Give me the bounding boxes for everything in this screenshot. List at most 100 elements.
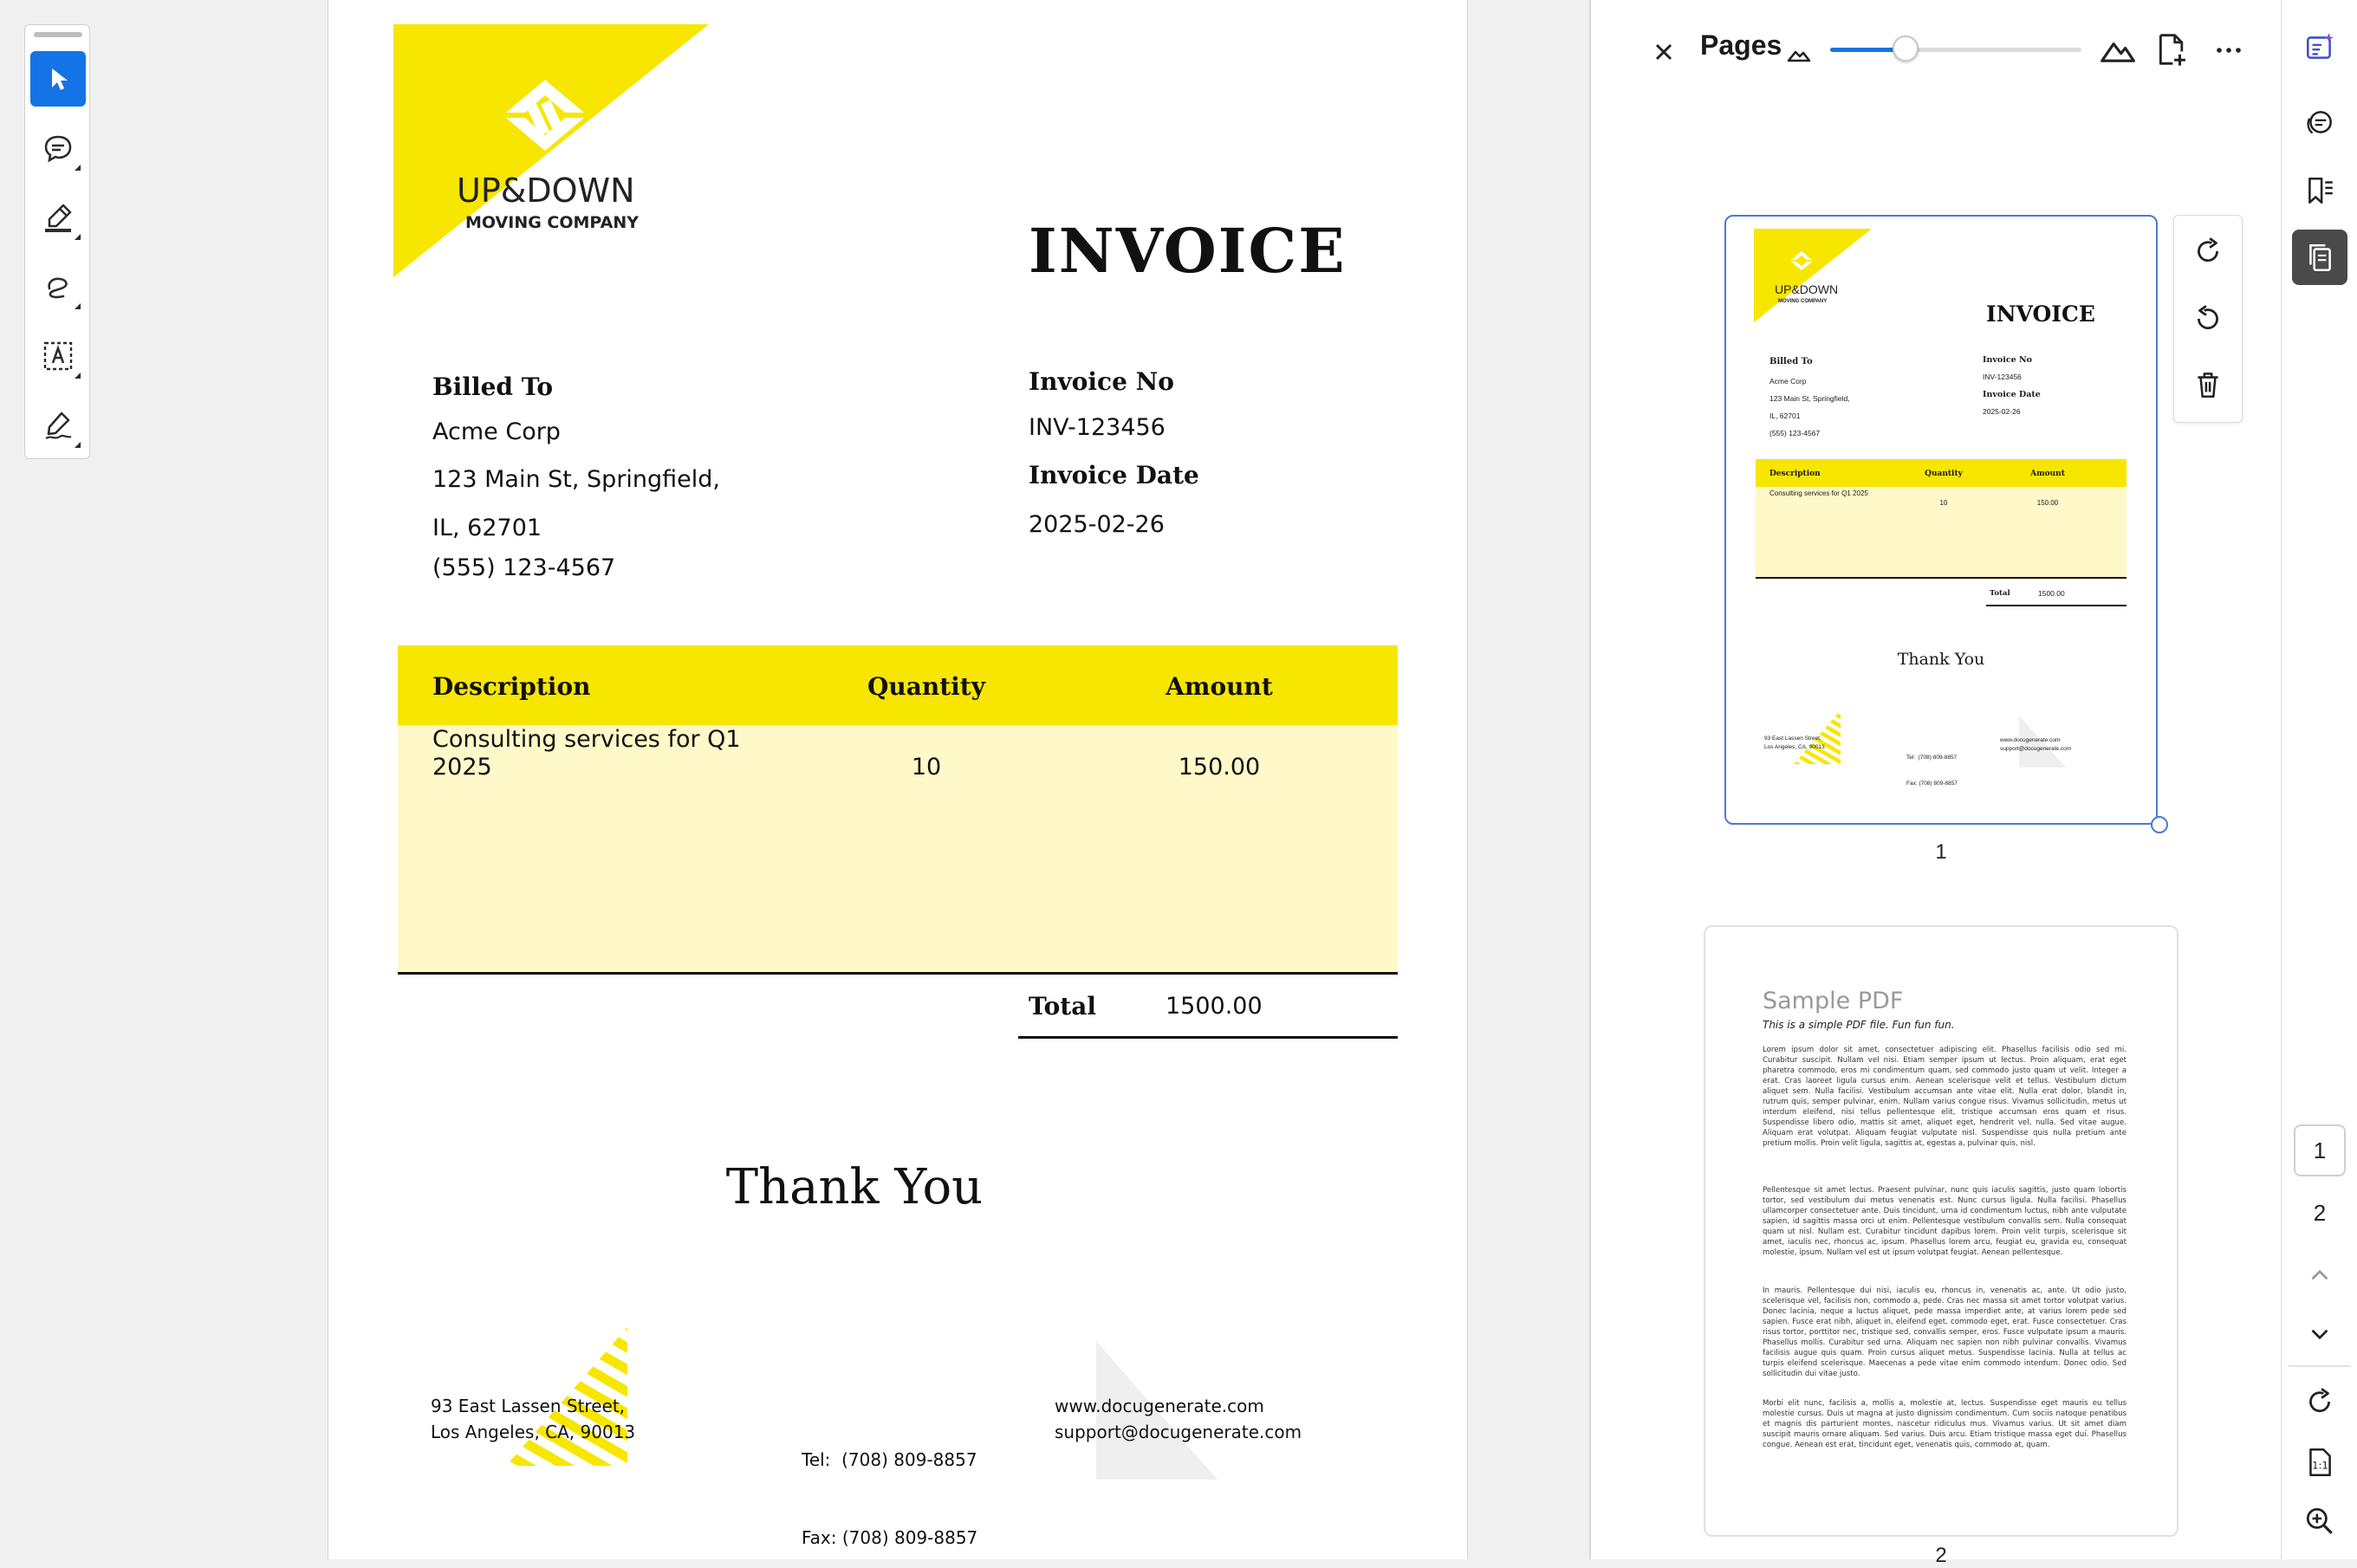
refresh-icon (2309, 1388, 2330, 1413)
text-tool-button[interactable] (30, 328, 86, 384)
thumbnail-2-label: 2 (1935, 1544, 1947, 1567)
table-cell-amount: 150.00 (1178, 754, 1261, 781)
thumb-billed-line: 123 Main St, Springfield, (1769, 394, 1850, 403)
comment-tool-button[interactable] (30, 120, 86, 176)
sign-tool-button[interactable] (30, 398, 86, 453)
highlighter-pen-icon (45, 204, 72, 232)
freehand-draw-icon (48, 277, 68, 299)
thumb-billed-to: Acme Corp 123 Main St, Springfield, IL, … (1769, 373, 1908, 442)
right-rail: 1 2 1:1 (2281, 0, 2357, 1559)
close-panel-button[interactable] (1646, 35, 1681, 69)
pages-button[interactable] (2292, 230, 2347, 285)
footer-web: www.docugenerate.com support@docugenerat… (1055, 1393, 1302, 1445)
brand-tagline: MOVING COMPANY (465, 213, 639, 232)
thumb-footer-phone: Tel: (708) 809-8857 Fax: (708) 809-8857 (1906, 736, 1958, 806)
thumb-total-label: Total (1990, 589, 2010, 598)
select-tool-button[interactable] (30, 51, 86, 107)
signature-pen-icon (45, 411, 72, 439)
table-cell-description: Consulting services for Q1 2025 (432, 726, 741, 781)
thumbnail-1-label: 1 (1935, 840, 1947, 864)
thumb2-title: Sample PDF (1763, 988, 1904, 1014)
more-options-button[interactable] (2210, 33, 2248, 68)
table-header-description: Description (432, 672, 591, 701)
text-box-icon (43, 341, 73, 371)
rotate-counterclockwise-icon (2198, 305, 2218, 330)
close-icon (1655, 43, 1672, 61)
thumb2-subtitle: This is a simple PDF file. Fun fun fun. (1763, 1019, 1955, 1031)
thumbnail-smaller-button[interactable] (1782, 36, 1816, 68)
rotate-clockwise-button[interactable] (2186, 230, 2230, 273)
thumb-footer-line: Los Angeles, CA, 90013 (1764, 744, 1825, 750)
footer-tel: Tel: (708) 809-8857 (802, 1449, 977, 1470)
thumb-total-value: 1500.00 (2038, 589, 2065, 598)
rotate-counterclockwise-button[interactable] (2186, 297, 2230, 340)
table-header-quantity: Quantity (867, 672, 986, 701)
invoice-page: UP&DOWN MOVING COMPANY INVOICE Billed To… (328, 0, 1468, 1559)
zoom-in-icon (2306, 1507, 2333, 1534)
pages-panel: Pages UP&DOWN MOVING COMPANY INVOICE Bil… (1591, 0, 2281, 1567)
right-rail-divider (2289, 1365, 2351, 1367)
ai-edit-button[interactable] (2292, 19, 2347, 75)
page-thumbnail-2[interactable]: Sample PDF This is a simple PDF file. Fu… (1704, 925, 2178, 1537)
up-down-arrows-icon (506, 80, 584, 151)
page-indicator-2[interactable]: 2 (2294, 1187, 2346, 1239)
thumbnail-actions (2173, 215, 2243, 423)
thumbnail-size-slider-knob[interactable] (1893, 36, 1919, 62)
tool-rail-grip[interactable] (34, 32, 82, 37)
thank-you-text: Thank You (725, 1159, 984, 1215)
thumbnail-larger-button[interactable] (2097, 31, 2139, 69)
thumb-td-qty: 10 (1939, 499, 1948, 507)
thumb-footer-line: www.docugenerate.com (2000, 737, 2061, 743)
thumb2-paragraph: Morbi elit nunc, facilisis a, mollis a, … (1763, 1399, 2126, 1449)
delete-page-button[interactable] (2186, 363, 2230, 406)
thumb-th-desc: Description (1769, 470, 1821, 478)
invoice-no-label: Invoice No (1029, 367, 1174, 396)
rotate-view-button[interactable] (2292, 1374, 2347, 1429)
footer-address: 93 East Lassen Street, Los Angeles, CA, … (431, 1393, 635, 1445)
thumb-th-amt: Amount (2030, 470, 2065, 478)
thumb-td-amt: 150.00 (2036, 499, 2059, 507)
thumb-billed-line: Acme Corp (1769, 377, 1807, 386)
bookmarks-button[interactable] (2292, 163, 2347, 218)
comments-icon (2307, 111, 2332, 134)
thumb-billed-line: (555) 123-4567 (1769, 429, 1821, 437)
thumb-footer-line: Tel: (708) 809-8857 (1906, 755, 1958, 761)
table-cell-quantity: 10 (911, 754, 942, 781)
thumb-footer-web: www.docugenerate.com support@docugenerat… (2000, 736, 2071, 754)
insert-page-button[interactable] (2151, 29, 2191, 69)
thumb-thank-you: Thank You (1897, 650, 1985, 669)
invoice-title: INVOICE (1029, 215, 1347, 287)
table-divider (398, 972, 1398, 975)
document-canvas[interactable]: UP&DOWN MOVING COMPANY INVOICE Billed To… (104, 0, 1589, 1559)
thumb2-paragraph: Pellentesque sit amet lectus. Praesent p… (1763, 1186, 2126, 1257)
cursor-arrow-icon (52, 68, 68, 90)
thumb-invoice-title: INVOICE (1986, 301, 2095, 327)
thumb-total-underline (1986, 605, 2126, 606)
actual-size-button[interactable]: 1:1 (2292, 1435, 2347, 1490)
total-underline (1018, 1036, 1398, 1039)
highlight-tool-button[interactable] (30, 190, 86, 245)
invoice-date-label: Invoice Date (1029, 461, 1199, 489)
zoom-in-button[interactable] (2292, 1493, 2347, 1549)
invoice-no-value: INV-123456 (1029, 414, 1166, 441)
comments-button[interactable] (2292, 95, 2347, 151)
next-page-button[interactable] (2292, 1306, 2347, 1362)
thumbnail-resize-handle[interactable] (2151, 816, 2168, 833)
page-add-icon (2159, 34, 2185, 66)
thumb2-paragraph: Lorem ipsum dolor sit amet, consectetuer… (1763, 1046, 2126, 1148)
thumbnail-size-slider[interactable] (1830, 36, 2081, 62)
page-indicator-1[interactable]: 1 (2294, 1124, 2346, 1176)
footer-email: support@docugenerate.com (1055, 1422, 1302, 1442)
total-value: 1500.00 (1166, 993, 1263, 1020)
thumb-td-desc: Consulting services for Q1 2025 (1769, 489, 1868, 497)
previous-page-button[interactable] (2292, 1247, 2347, 1303)
comment-add-icon (44, 135, 72, 163)
footer-address-line2: Los Angeles, CA, 90013 (431, 1422, 636, 1442)
pages-panel-title: Pages (1700, 29, 1782, 61)
thumb-brand-name: UP&DOWN (1775, 282, 1839, 296)
page-thumbnail-1[interactable]: UP&DOWN MOVING COMPANY INVOICE Billed To… (1724, 215, 2158, 825)
footer-address-line1: 93 East Lassen Street, (431, 1396, 626, 1416)
more-horizontal-icon (2217, 48, 2241, 53)
thumb-logo-triangle (1754, 229, 1872, 322)
draw-tool-button[interactable] (30, 259, 86, 314)
